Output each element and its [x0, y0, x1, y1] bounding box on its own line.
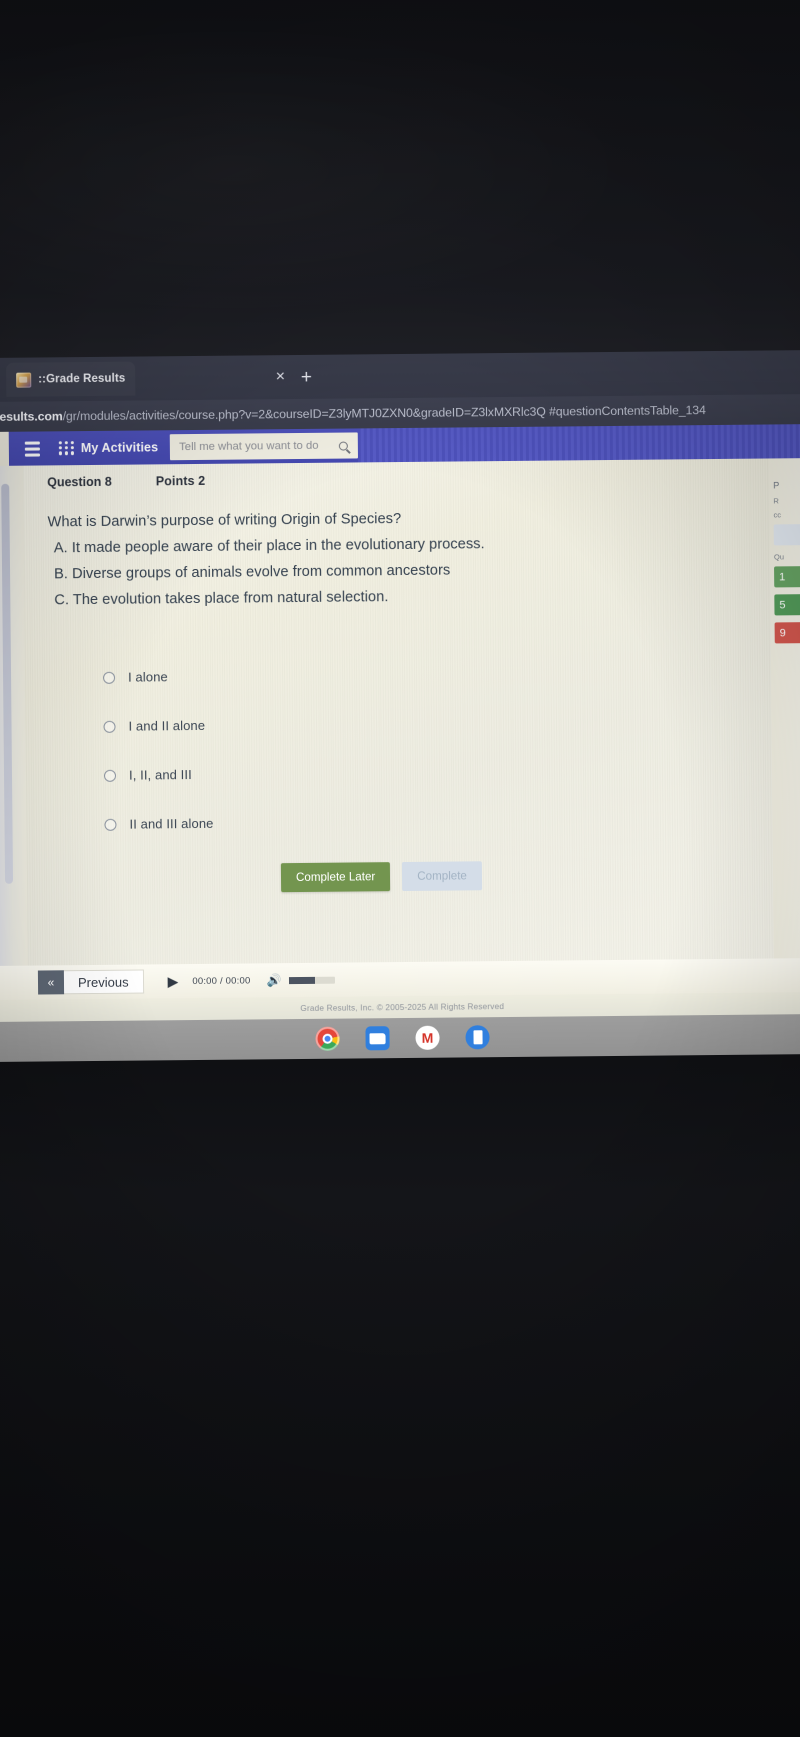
- window-close-icon[interactable]: ×: [0, 371, 4, 388]
- tabstrip-spacer: [135, 377, 267, 378]
- radio-button[interactable]: [103, 671, 116, 684]
- url-text: deresults.com/gr/modules/activities/cour…: [0, 403, 706, 424]
- volume-slider[interactable]: [289, 976, 336, 984]
- answer-choices: I alone I and II alone I, II, and III II…: [49, 646, 800, 849]
- activity-page: Question 8 Points 2 What is Darwin’s pur…: [0, 458, 800, 966]
- monitor-bezel-top: [0, 0, 800, 358]
- search-icon[interactable]: [339, 441, 349, 451]
- app-title: My Activities: [80, 440, 159, 456]
- time-total: 00:00: [225, 974, 251, 987]
- browser-tabstrip: × ::Grade Results × +: [0, 350, 800, 402]
- answer-option[interactable]: I, II, and III: [103, 744, 800, 800]
- answer-option-label: I, II, and III: [128, 767, 192, 783]
- sidebar-label-p: P: [773, 480, 780, 491]
- url-path: /gr/modules/activities/course.php?v=2&co…: [62, 403, 706, 424]
- complete-later-button[interactable]: Complete Later: [280, 862, 391, 893]
- search-placeholder: Tell me what you want to do: [179, 439, 319, 454]
- new-tab-icon[interactable]: +: [293, 366, 319, 387]
- close-icon[interactable]: ×: [267, 368, 293, 385]
- sidebar-label-questions: Qu: [773, 552, 785, 562]
- chrome-icon[interactable]: [315, 1026, 340, 1051]
- gmail-icon[interactable]: [415, 1025, 440, 1050]
- action-buttons: Complete Later Complete: [51, 858, 800, 894]
- question-stem-block: What is Darwin’s purpose of writing Orig…: [47, 502, 800, 613]
- appbar-left-gap: [0, 431, 10, 466]
- speaker-icon[interactable]: 🔊: [266, 973, 281, 987]
- appbar-filler: [357, 424, 800, 463]
- search-input[interactable]: Tell me what you want to do: [170, 432, 359, 461]
- answer-option[interactable]: I alone: [103, 646, 800, 702]
- answer-option[interactable]: II and III alone: [104, 793, 800, 849]
- time-separator: /: [219, 975, 223, 987]
- files-icon[interactable]: [365, 1026, 390, 1051]
- complete-button[interactable]: Complete: [402, 861, 483, 892]
- monitor-bezel-bottom: [0, 1015, 800, 1737]
- right-sidebar: P R cc Qu 1 5 9: [769, 458, 800, 959]
- answer-option-label: II and III alone: [129, 815, 214, 832]
- chevron-left-icon[interactable]: «: [37, 970, 65, 995]
- question-number: Question 8: [47, 474, 112, 490]
- previous-button[interactable]: « Previous: [37, 969, 144, 995]
- browser-tab[interactable]: ::Grade Results: [6, 362, 135, 397]
- answer-option-label: I and II alone: [128, 717, 206, 734]
- screen-area: × ::Grade Results × + deresults.com/gr/m…: [0, 350, 800, 1062]
- sidebar-tile[interactable]: 1: [774, 566, 800, 588]
- grid-dots-icon[interactable]: [58, 441, 75, 455]
- sidebar-label-r: R: [773, 496, 779, 506]
- time-display: 00:00 / 00:00: [192, 975, 250, 987]
- sidebar-tile[interactable]: 9: [774, 622, 800, 644]
- browser-tab-title: ::Grade Results: [38, 372, 126, 386]
- scrollbar-track[interactable]: [1, 483, 14, 884]
- sidebar-tile[interactable]: 5: [774, 594, 800, 616]
- question-points: Points 2: [155, 473, 206, 489]
- radio-button[interactable]: [103, 769, 117, 782]
- answer-option-label: I alone: [127, 669, 168, 685]
- sidebar-label-cc: cc: [773, 510, 782, 520]
- question-header: Question 8 Points 2: [47, 468, 800, 490]
- answer-option[interactable]: I and II alone: [103, 695, 800, 751]
- time-current: 00:00: [192, 975, 218, 987]
- previous-label: Previous: [63, 969, 144, 995]
- radio-button[interactable]: [104, 818, 117, 831]
- os-shelf: [0, 1014, 800, 1062]
- question-content: Question 8 Points 2 What is Darwin’s pur…: [23, 458, 800, 966]
- url-host: deresults.com: [0, 409, 63, 425]
- radio-button[interactable]: [103, 720, 116, 733]
- docs-icon[interactable]: [465, 1025, 490, 1050]
- play-icon[interactable]: ▶: [167, 973, 178, 990]
- grade-results-favicon: [16, 372, 32, 388]
- hamburger-icon[interactable]: [17, 440, 47, 457]
- sidebar-tile-blank[interactable]: [773, 524, 800, 546]
